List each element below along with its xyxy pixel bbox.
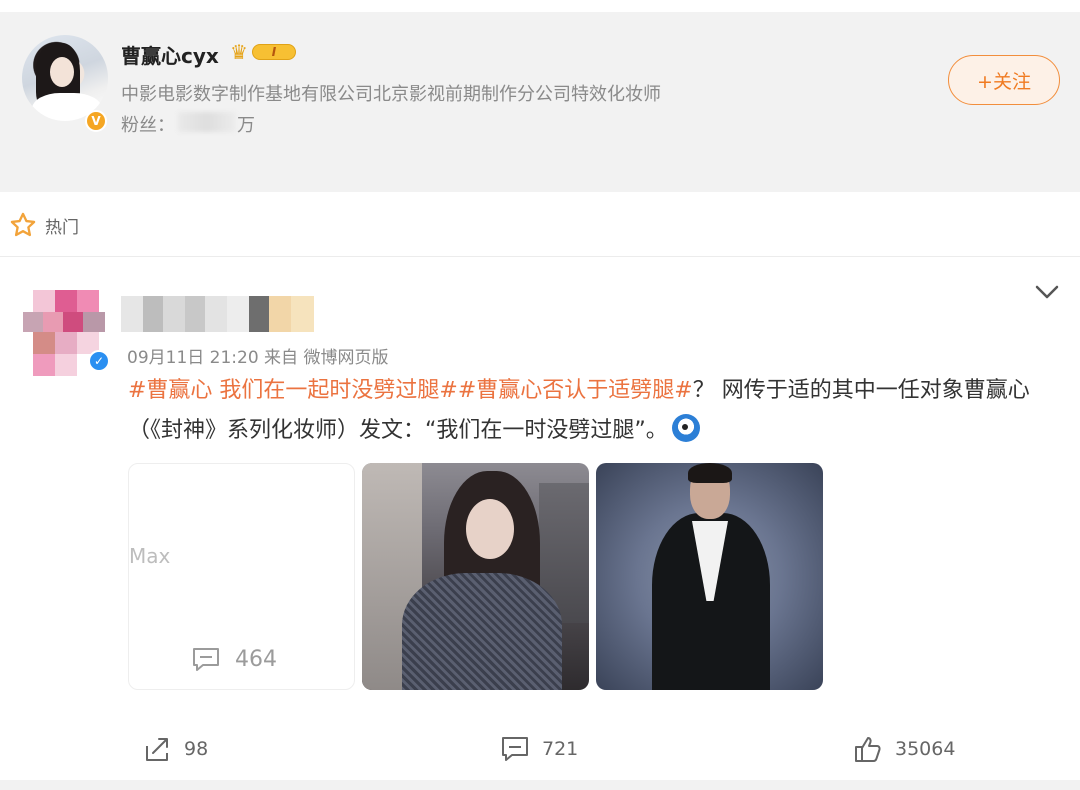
post-image-3[interactable] xyxy=(596,463,823,690)
vip-level: I xyxy=(252,44,296,60)
profile-description: 中影电影数字制作基地有限公司北京影视前期制作分公司特效化妆师 xyxy=(121,84,661,105)
comment-icon xyxy=(502,737,528,761)
fans-label: 粉丝： xyxy=(121,115,175,136)
comment-icon xyxy=(193,648,219,671)
hot-label: 热门 xyxy=(45,217,79,238)
image-comment-count: 464 xyxy=(191,646,277,672)
share-count: 98 xyxy=(184,738,209,760)
like-icon xyxy=(855,737,881,762)
hashtag-link[interactable]: #曹赢心 我们在一起时没劈过腿# xyxy=(128,378,458,403)
star-icon xyxy=(10,212,36,237)
comment-count: 721 xyxy=(542,738,579,760)
post-image-2[interactable] xyxy=(362,463,589,690)
image-watermark: Max xyxy=(129,544,171,568)
post-author-name-blurred[interactable] xyxy=(121,296,314,332)
like-count: 35064 xyxy=(895,738,956,760)
hashtag-link[interactable]: #曹赢心否认于适劈腿# xyxy=(458,378,693,403)
hot-section-tag[interactable]: 热门 xyxy=(9,210,79,240)
image-comment-count-value: 464 xyxy=(235,646,277,672)
fans-count-blurred xyxy=(178,112,236,132)
follow-button[interactable]: +关注 xyxy=(948,55,1060,105)
like-button[interactable]: 35064 xyxy=(853,733,955,765)
comment-button[interactable]: 721 xyxy=(500,733,578,765)
bottom-separator xyxy=(0,780,1080,790)
profile-avatar[interactable] xyxy=(22,35,108,121)
fans-unit: 万 xyxy=(237,115,255,136)
post-verified-icon: ✓ xyxy=(88,350,110,372)
vip-badge[interactable]: ♛ I xyxy=(230,41,296,63)
share-button[interactable]: 98 xyxy=(142,733,208,765)
emoji-icon xyxy=(671,414,700,442)
verified-badge-icon: V xyxy=(85,110,107,132)
post-meta: 09月11日 21:20 来自 微博网页版 xyxy=(127,348,389,368)
share-icon xyxy=(146,738,168,761)
post-text: #曹赢心 我们在一起时没劈过腿##曹赢心否认于适劈腿#？ 网传于适的其中一任对象… xyxy=(128,371,1048,451)
post-image-1[interactable]: Max 464 xyxy=(128,463,355,690)
divider xyxy=(0,256,1080,257)
profile-name[interactable]: 曹赢心cyx xyxy=(121,40,219,69)
chevron-down-icon[interactable] xyxy=(1034,282,1060,302)
